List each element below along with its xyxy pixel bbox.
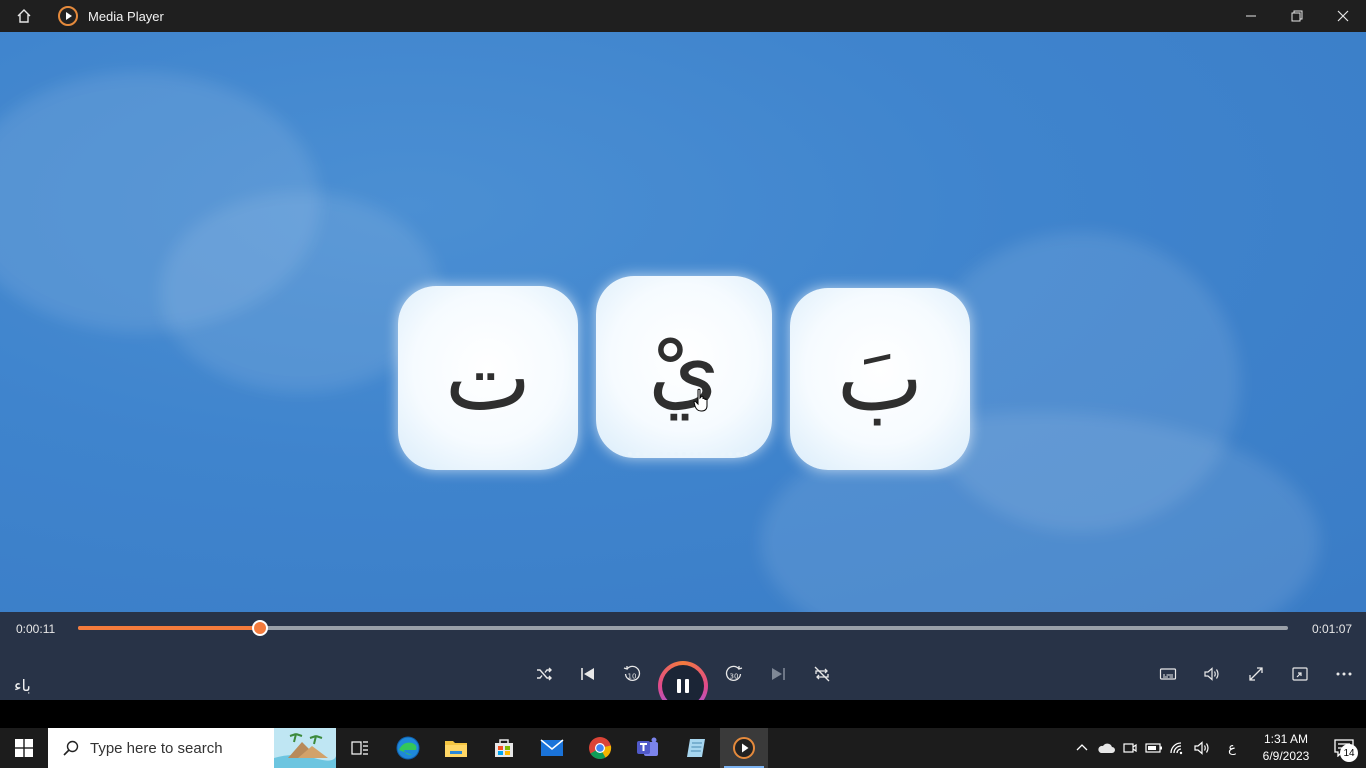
svg-text:10: 10 xyxy=(628,673,637,681)
taskbar-app-media-player[interactable] xyxy=(720,728,768,768)
wifi-icon xyxy=(1170,742,1183,755)
home-icon xyxy=(17,9,31,23)
svg-text:30: 30 xyxy=(730,673,739,681)
volume-button[interactable] xyxy=(1198,660,1226,688)
previous-icon xyxy=(581,668,594,680)
volume-icon xyxy=(1204,667,1219,681)
chevron-up-icon xyxy=(1076,744,1088,751)
folder-icon xyxy=(445,741,467,757)
action-center-button[interactable]: 14 xyxy=(1322,728,1366,768)
teams-icon xyxy=(637,737,658,756)
clock-date: 6/9/2023 xyxy=(1262,749,1310,763)
skip-back-10-button[interactable]: 10 xyxy=(618,660,646,688)
store-icon xyxy=(495,739,513,757)
taskbar-app-teams[interactable] xyxy=(624,728,672,768)
mini-player-button[interactable] xyxy=(1286,660,1314,688)
taskbar-app-edge[interactable] xyxy=(384,728,432,768)
seek-bar-progress xyxy=(78,626,260,630)
camera-icon xyxy=(1123,743,1137,753)
pause-icon xyxy=(677,679,689,693)
search-highlight-illustration xyxy=(274,728,336,768)
previous-button[interactable] xyxy=(574,660,602,688)
search-icon xyxy=(63,740,79,756)
chrome-icon xyxy=(589,737,612,759)
taskbar-clock[interactable]: 1:31 AM 6/9/2023 xyxy=(1250,731,1322,765)
subtitles-icon xyxy=(1159,668,1177,680)
windows-logo-icon xyxy=(15,739,33,757)
elapsed-time: 0:00:11 xyxy=(16,622,56,636)
fullscreen-button[interactable] xyxy=(1242,660,1270,688)
now-playing-title[interactable]: باء xyxy=(14,676,31,695)
volume-tray-button[interactable] xyxy=(1190,728,1214,768)
start-button[interactable] xyxy=(0,728,48,768)
mini-player-icon xyxy=(1292,667,1308,681)
taskbar: Type here to search ع 1:31 AM 6/9/2023 1… xyxy=(0,728,1366,768)
search-placeholder: Type here to search xyxy=(90,739,223,757)
hand-cursor-icon xyxy=(693,388,708,412)
restore-icon xyxy=(1291,10,1303,22)
taskbar-app-notepad[interactable] xyxy=(672,728,720,768)
battery-tray-button[interactable] xyxy=(1142,728,1166,768)
input-language-indicator[interactable]: ع xyxy=(1214,728,1250,768)
video-frame[interactable]: ت يْ بَ xyxy=(0,32,1366,612)
clock-time: 1:31 AM xyxy=(1263,732,1309,746)
taskbar-app-mail[interactable] xyxy=(528,728,576,768)
minimize-button[interactable] xyxy=(1228,0,1274,32)
home-button[interactable] xyxy=(0,0,48,32)
letter-cloud-ta: ت xyxy=(398,286,578,470)
letter-cloud-ya: يْ xyxy=(596,276,772,458)
shuffle-icon xyxy=(537,667,552,681)
close-icon xyxy=(1337,10,1349,22)
skip-forward-30-button[interactable]: 30 xyxy=(720,660,748,688)
more-options-button[interactable] xyxy=(1330,660,1358,688)
letter-cloud-ba: بَ xyxy=(790,288,970,470)
task-view-icon xyxy=(351,741,368,755)
rewind-10-icon: 10 xyxy=(623,665,641,682)
seek-thumb[interactable] xyxy=(251,620,268,636)
next-icon xyxy=(772,668,785,680)
repeat-off-icon xyxy=(814,666,830,682)
minimize-icon xyxy=(1246,15,1256,17)
notification-count-badge: 14 xyxy=(1340,744,1358,762)
playback-controls-panel: 0:00:11 0:01:07 باء 10 30 xyxy=(0,612,1366,711)
show-hidden-icons-button[interactable] xyxy=(1070,728,1094,768)
camera-tray-button[interactable] xyxy=(1118,728,1142,768)
taskbar-app-store[interactable] xyxy=(480,728,528,768)
captions-button[interactable] xyxy=(1154,660,1182,688)
edge-icon xyxy=(396,736,420,760)
title-bar: Media Player xyxy=(0,0,1366,32)
mail-icon xyxy=(540,739,564,756)
onedrive-tray-button[interactable] xyxy=(1094,728,1118,768)
shuffle-button[interactable] xyxy=(530,660,558,688)
cloud-icon xyxy=(1098,743,1115,753)
battery-icon xyxy=(1145,743,1162,753)
forward-30-icon: 30 xyxy=(725,665,743,682)
next-button[interactable] xyxy=(764,660,792,688)
letter-text: ت xyxy=(444,324,532,431)
window-bottom-border xyxy=(0,700,1366,728)
speaker-icon xyxy=(1194,741,1209,755)
close-button[interactable] xyxy=(1320,0,1366,32)
repeat-button[interactable] xyxy=(808,660,836,688)
network-tray-button[interactable] xyxy=(1166,728,1190,768)
taskbar-app-file-explorer[interactable] xyxy=(432,728,480,768)
window-title: Media Player xyxy=(88,8,164,24)
more-icon xyxy=(1336,672,1352,676)
taskbar-app-chrome[interactable] xyxy=(576,728,624,768)
notepad-icon xyxy=(687,739,705,757)
seek-bar[interactable] xyxy=(78,620,1288,636)
letter-text: بَ xyxy=(836,325,924,432)
restore-button[interactable] xyxy=(1274,0,1320,32)
taskbar-search-box[interactable]: Type here to search xyxy=(48,728,336,768)
dotted-underline xyxy=(628,452,748,456)
media-player-icon xyxy=(733,737,755,759)
media-player-app-icon xyxy=(58,6,78,26)
system-tray: ع 1:31 AM 6/9/2023 14 xyxy=(1070,728,1366,768)
total-duration: 0:01:07 xyxy=(1312,622,1353,636)
task-view-button[interactable] xyxy=(336,728,384,768)
fullscreen-icon xyxy=(1249,667,1263,681)
